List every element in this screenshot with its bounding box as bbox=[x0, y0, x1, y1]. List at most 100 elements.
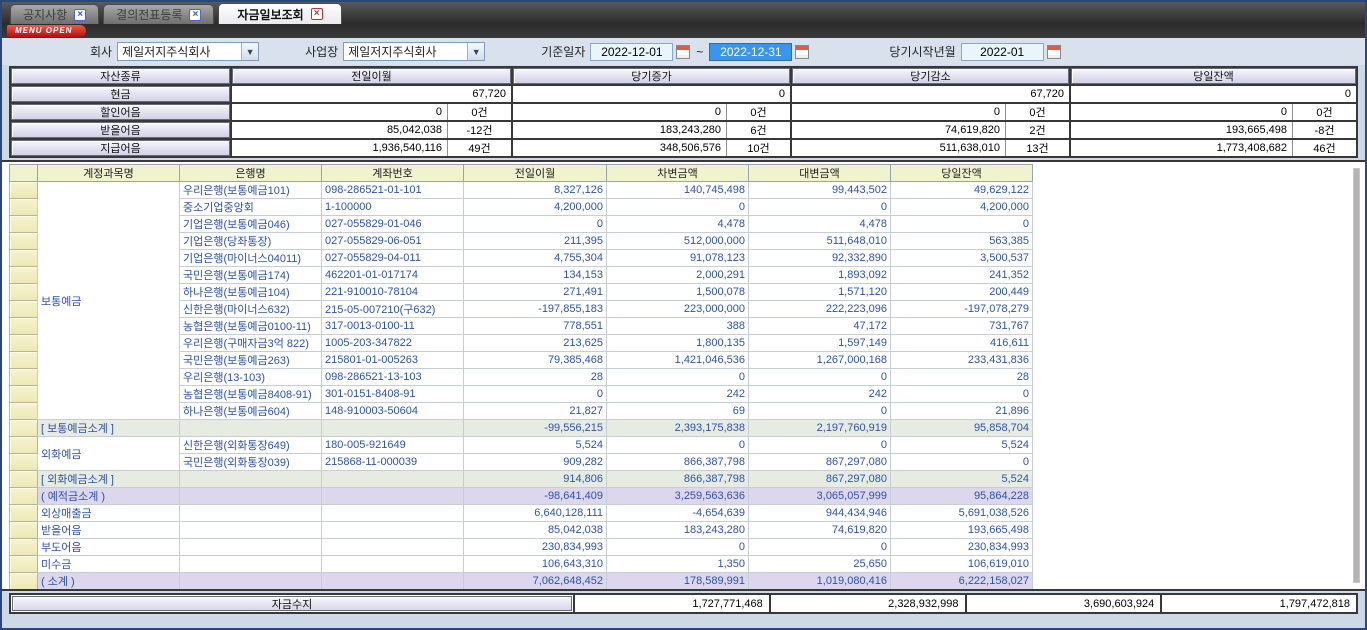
amount-cell[interactable]: 79,385,468 bbox=[464, 352, 607, 369]
amount-cell[interactable]: 178,589,991 bbox=[607, 573, 749, 590]
amount-cell[interactable]: 512,000,000 bbox=[607, 233, 749, 250]
row-indicator[interactable] bbox=[10, 454, 38, 471]
account-label-cell[interactable]: 외상매입금 bbox=[38, 590, 180, 592]
account-number-cell[interactable]: 215868-11-000039 bbox=[322, 454, 464, 471]
account-number-cell[interactable] bbox=[322, 471, 464, 488]
table-row[interactable]: 외상매출금6,640,128,111-4,654,639944,434,9465… bbox=[10, 505, 1033, 522]
bank-name-cell[interactable] bbox=[180, 505, 322, 522]
table-row[interactable]: 보통예금우리은행(보통예금101)098-286521-01-1018,327,… bbox=[10, 182, 1033, 199]
amount-cell[interactable]: 49,629,122 bbox=[891, 182, 1033, 199]
calendar-icon[interactable] bbox=[795, 45, 809, 59]
table-row[interactable]: ( 소계 )7,062,648,452178,589,9911,019,080,… bbox=[10, 573, 1033, 590]
amount-cell[interactable]: 0 bbox=[607, 199, 749, 216]
row-indicator[interactable] bbox=[10, 556, 38, 573]
row-indicator[interactable] bbox=[10, 539, 38, 556]
bank-name-cell[interactable] bbox=[180, 556, 322, 573]
amount-cell[interactable]: 0 bbox=[891, 216, 1033, 233]
bank-name-cell[interactable]: 우리은행(구매자금3억 822) bbox=[180, 335, 322, 352]
table-row[interactable]: [ 보통예금소계 ]-99,556,2152,393,175,8382,197,… bbox=[10, 420, 1033, 437]
amount-cell[interactable]: 6,640,128,111 bbox=[464, 505, 607, 522]
row-indicator[interactable] bbox=[10, 216, 38, 233]
bank-name-cell[interactable]: 국민은행(보통예금174) bbox=[180, 267, 322, 284]
account-number-cell[interactable]: 1005-203-347822 bbox=[322, 335, 464, 352]
tab-close-icon[interactable]: × bbox=[189, 9, 201, 21]
amount-cell[interactable]: 92,332,890 bbox=[749, 250, 891, 267]
amount-cell[interactable]: 2,197,760,919 bbox=[749, 420, 891, 437]
row-indicator[interactable] bbox=[10, 488, 38, 505]
bank-name-cell[interactable]: 기업은행(보통예금046) bbox=[180, 216, 322, 233]
amount-cell[interactable]: 200,449 bbox=[891, 284, 1033, 301]
amount-cell[interactable]: 778,551 bbox=[464, 318, 607, 335]
amount-cell[interactable]: 230,834,993 bbox=[464, 539, 607, 556]
amount-cell[interactable]: -197,078,279 bbox=[891, 301, 1033, 318]
amount-cell[interactable]: 1,500,078 bbox=[607, 284, 749, 301]
bank-name-cell[interactable] bbox=[180, 522, 322, 539]
amount-cell[interactable]: 271,491 bbox=[464, 284, 607, 301]
account-number-cell[interactable]: 027-055829-04-011 bbox=[322, 250, 464, 267]
bank-name-cell[interactable] bbox=[180, 420, 322, 437]
amount-cell[interactable]: 106,643,310 bbox=[464, 556, 607, 573]
tab-2[interactable]: 결의전표등록× bbox=[103, 4, 214, 24]
bank-name-cell[interactable]: 기업은행(당좌통장) bbox=[180, 233, 322, 250]
amount-cell[interactable]: 85,042,038 bbox=[464, 522, 607, 539]
account-number-cell[interactable]: 180-005-921649 bbox=[322, 437, 464, 454]
amount-cell[interactable]: 8,327,126 bbox=[464, 182, 607, 199]
amount-cell[interactable]: 4,200,000 bbox=[891, 199, 1033, 216]
row-indicator[interactable] bbox=[10, 505, 38, 522]
amount-cell[interactable]: 909,282 bbox=[464, 454, 607, 471]
amount-cell[interactable]: 1,421,046,536 bbox=[607, 352, 749, 369]
chevron-down-icon[interactable]: ▼ bbox=[241, 43, 258, 60]
amount-cell[interactable]: 223,000,000 bbox=[607, 301, 749, 318]
amount-cell[interactable]: 1,350 bbox=[607, 556, 749, 573]
amount-cell[interactable]: 74,619,820 bbox=[749, 522, 891, 539]
amount-cell[interactable]: 7,062,648,452 bbox=[464, 573, 607, 590]
amount-cell[interactable]: 5,524 bbox=[891, 437, 1033, 454]
amount-cell[interactable]: 3,500,537 bbox=[891, 250, 1033, 267]
amount-cell[interactable]: 21,896 bbox=[891, 403, 1033, 420]
tab-3[interactable]: 자금일보조회× bbox=[218, 3, 341, 24]
scrollbar-thumb[interactable] bbox=[1354, 169, 1359, 582]
bank-name-cell[interactable] bbox=[180, 539, 322, 556]
tab-1[interactable]: 공지사항× bbox=[10, 4, 99, 24]
amount-cell[interactable]: 3,259,563,636 bbox=[607, 488, 749, 505]
amount-cell[interactable]: 4,478 bbox=[607, 216, 749, 233]
row-indicator[interactable] bbox=[10, 420, 38, 437]
amount-cell[interactable]: 91,078,123 bbox=[607, 250, 749, 267]
table-row[interactable]: 부도어음230,834,99300230,834,993 bbox=[10, 539, 1033, 556]
account-number-cell[interactable] bbox=[322, 420, 464, 437]
row-indicator[interactable] bbox=[10, 250, 38, 267]
account-number-cell[interactable]: 462201-01-017174 bbox=[322, 267, 464, 284]
tab-close-icon[interactable]: × bbox=[311, 8, 323, 20]
row-indicator[interactable] bbox=[10, 182, 38, 199]
amount-cell[interactable]: 511,648,010 bbox=[749, 233, 891, 250]
bank-name-cell[interactable] bbox=[180, 471, 322, 488]
amount-cell[interactable]: 134,153 bbox=[464, 267, 607, 284]
bank-name-cell[interactable]: 우리은행(13-103) bbox=[180, 369, 322, 386]
amount-cell[interactable]: 2,393,175,838 bbox=[607, 420, 749, 437]
amount-cell[interactable]: 47,172 bbox=[749, 318, 891, 335]
row-indicator[interactable] bbox=[10, 437, 38, 454]
vertical-scrollbar[interactable] bbox=[1353, 168, 1360, 583]
amount-cell[interactable]: 95,858,704 bbox=[891, 420, 1033, 437]
amount-cell[interactable]: 193,665,498 bbox=[891, 522, 1033, 539]
amount-cell[interactable]: 25,650 bbox=[749, 556, 891, 573]
amount-cell[interactable]: 241,352 bbox=[891, 267, 1033, 284]
table-row[interactable]: 미수금106,643,3101,35025,650106,619,010 bbox=[10, 556, 1033, 573]
account-label-cell[interactable]: [ 외화예금소계 ] bbox=[38, 471, 180, 488]
amount-cell[interactable]: 242 bbox=[749, 386, 891, 403]
amount-cell[interactable]: 222,223,096 bbox=[749, 301, 891, 318]
account-label-cell[interactable]: 외상매출금 bbox=[38, 505, 180, 522]
row-indicator[interactable] bbox=[10, 471, 38, 488]
row-indicator[interactable] bbox=[10, 233, 38, 250]
table-row[interactable]: 외상매입금2,814,212,788485,255,35002,328,957,… bbox=[10, 590, 1033, 592]
amount-cell[interactable]: -98,641,409 bbox=[464, 488, 607, 505]
account-number-cell[interactable] bbox=[322, 573, 464, 590]
calendar-icon[interactable] bbox=[1047, 45, 1061, 59]
date-to-input[interactable]: 2022-12-31 bbox=[709, 43, 792, 61]
account-number-cell[interactable]: 027-055829-06-051 bbox=[322, 233, 464, 250]
amount-cell[interactable]: 1,800,135 bbox=[607, 335, 749, 352]
amount-cell[interactable]: 0 bbox=[464, 216, 607, 233]
account-number-cell[interactable]: 098-286521-01-101 bbox=[322, 182, 464, 199]
table-row[interactable]: [ 외화예금소계 ]914,806866,387,798867,297,0805… bbox=[10, 471, 1033, 488]
amount-cell[interactable]: 0 bbox=[607, 437, 749, 454]
